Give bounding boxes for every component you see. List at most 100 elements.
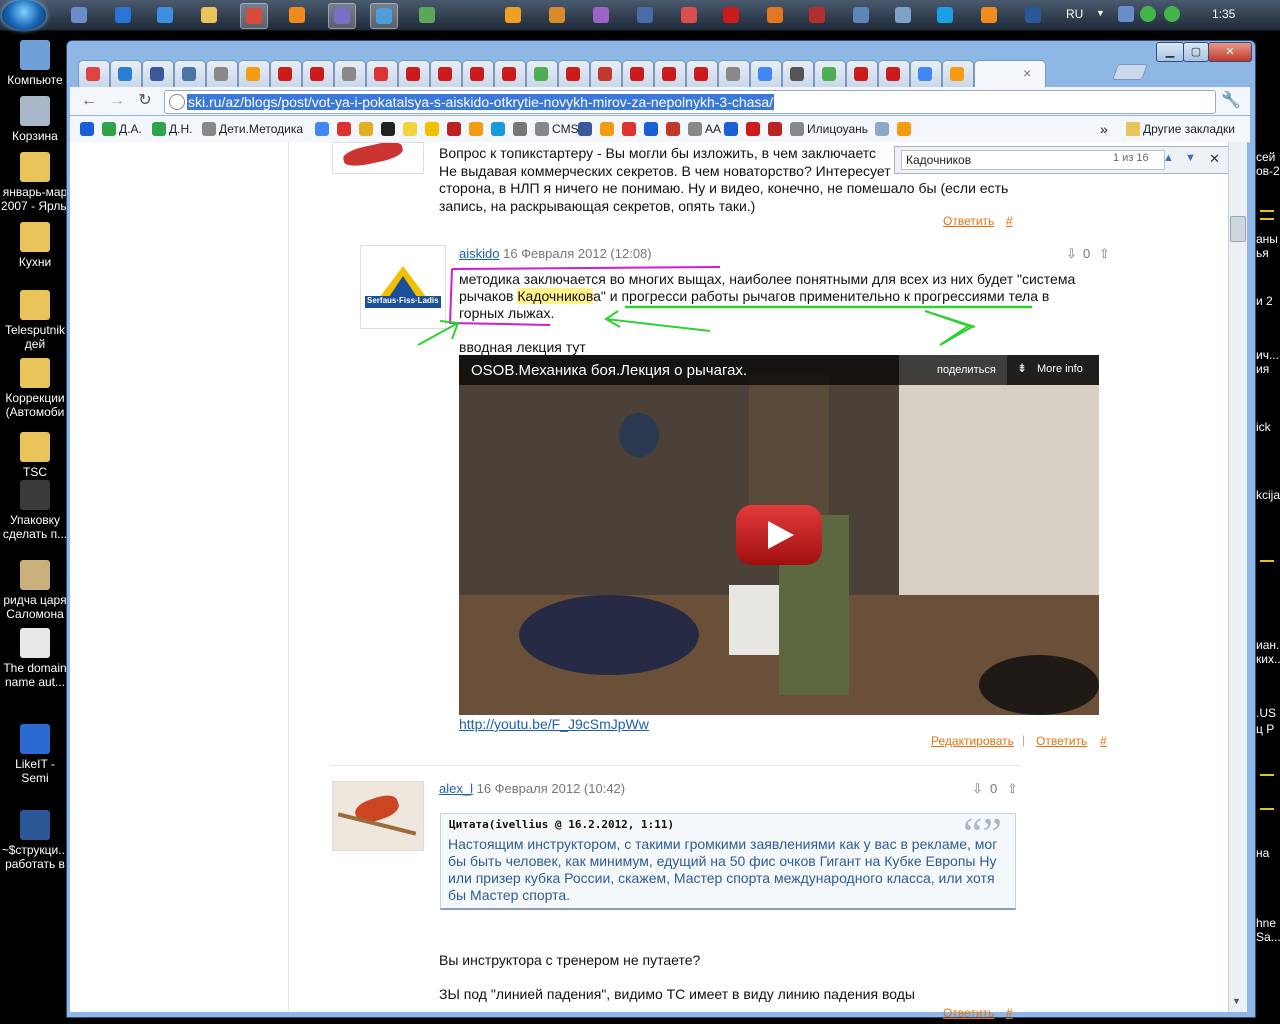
bookmark-item[interactable] [644,120,661,138]
bookmark-item[interactable]: CMS [535,120,579,138]
play-tab[interactable] [526,60,558,87]
permalink-link[interactable]: # [1006,214,1013,228]
new-tab-button[interactable] [1112,64,1148,80]
clock[interactable]: 1:35 [1212,7,1235,21]
bookmark-item[interactable] [666,120,683,138]
find-close-button[interactable]: ✕ [1209,151,1220,167]
app-tab[interactable] [942,60,974,87]
youtube-tab[interactable] [398,60,430,87]
monitor-taskbar-button[interactable] [848,3,874,27]
desktop-icon[interactable]: LikeIT - Semi [0,724,70,785]
youtube-tab[interactable] [878,60,910,87]
vote-up-icon[interactable]: ⇧ [1007,781,1018,797]
permalink-link[interactable]: # [1006,1006,1013,1020]
bookmark-item[interactable] [491,120,508,138]
media-player-taskbar-button[interactable] [500,3,526,27]
bookmark-item[interactable] [600,120,617,138]
desktop-icon[interactable]: Компьюте [0,40,70,87]
back-icon[interactable]: ← [78,91,100,111]
desktop-icon[interactable]: Кухни [0,222,70,269]
bookmark-item[interactable]: Илицоуань [790,120,868,138]
desktop-icon[interactable]: ~$струкци... работать в [0,810,70,871]
tray-icon[interactable] [1140,6,1156,22]
find-next-button[interactable]: ▼ [1185,152,1196,164]
bookmark-item[interactable]: Д.Н. [152,120,192,138]
bookmark-item[interactable] [875,120,892,138]
language-indicator[interactable]: RU [1066,7,1083,21]
opera-taskbar-button[interactable] [718,3,744,27]
firefox-taskbar-button[interactable] [762,3,788,27]
vk-tab[interactable] [174,60,206,87]
app-taskbar-button[interactable] [588,3,614,27]
video-share-button[interactable]: поделиться [937,364,996,376]
bookmark-item[interactable] [622,120,639,138]
facebook-tab[interactable] [142,60,174,87]
scroll-down-icon[interactable]: ▼ [1232,996,1241,1006]
bookmark-item[interactable]: Д.А. [102,120,142,138]
bookmark-item[interactable] [403,120,420,138]
youtube-tab[interactable] [686,60,718,87]
calculator-taskbar-button[interactable] [66,3,92,27]
app-taskbar-button[interactable] [976,3,1002,27]
it-tab[interactable] [110,60,142,87]
youtube-tab[interactable] [270,60,302,87]
find-prev-button[interactable]: ▲ [1163,152,1174,164]
desktop-icon[interactable]: Упаковку сделать п... [0,480,70,541]
wrench-icon[interactable]: 🔧 [1220,91,1242,111]
youtube-tab[interactable] [558,60,590,87]
url-text[interactable]: ski.ru/az/blogs/post/vot-ya-i-pokatalsya… [187,94,775,110]
gmail-tab[interactable] [78,60,110,87]
active-tab[interactable]: × [974,60,1046,87]
app-taskbar-button[interactable] [544,3,570,27]
youtube-tab[interactable] [462,60,494,87]
word-taskbar-button[interactable] [1020,3,1046,27]
teamviewer-taskbar-button[interactable] [110,3,136,27]
notepad-taskbar-button[interactable] [890,3,916,27]
author-link[interactable]: alex_l [439,781,473,796]
bookmark-item[interactable]: Дети.Методика [202,120,303,138]
desktop-icon[interactable]: The domain name aut... [0,628,70,689]
start-button[interactable] [2,0,46,30]
explorer-folder-taskbar-button[interactable] [196,3,222,27]
bookmark-item[interactable]: AA [688,120,721,138]
reply-link[interactable]: Ответить [1036,734,1087,748]
desktop-icon[interactable]: Корзина [0,96,70,143]
youtube-tab[interactable] [302,60,334,87]
chrome-taskbar-button[interactable] [240,3,268,29]
bookmark-item[interactable] [724,120,741,138]
bookmark-item[interactable] [337,120,354,138]
skype-taskbar-button[interactable] [932,3,958,27]
chevron-down-icon[interactable]: ▼ [1096,8,1105,18]
play-button[interactable] [736,505,822,565]
app-taskbar-button[interactable] [328,3,356,29]
filezilla-taskbar-button[interactable] [804,3,830,27]
bookmark-item[interactable] [897,120,914,138]
app-tab[interactable] [238,60,270,87]
bookmark-item[interactable] [381,120,398,138]
vertical-scrollbar[interactable] [1228,142,1247,1012]
video-more-info-button[interactable]: ⇟ More info [1007,355,1099,385]
tray-icon[interactable] [1118,6,1134,22]
youtube-tab[interactable] [846,60,878,87]
youtube-tab[interactable] [654,60,686,87]
bookmark-item[interactable] [359,120,376,138]
bookmark-item[interactable] [469,120,486,138]
other-bookmarks-button[interactable]: Другие закладки [1126,120,1235,138]
ie-taskbar-button[interactable] [152,3,178,27]
tray-icon[interactable] [1164,6,1180,22]
forward-icon[interactable]: → [106,91,128,111]
close-tab-icon[interactable]: × [1023,65,1031,81]
google-tab[interactable] [910,60,942,87]
youtube-tab[interactable] [430,60,462,87]
bookmark-item[interactable] [425,120,442,138]
vlc-taskbar-button[interactable] [284,3,310,27]
bookmark-item[interactable] [447,120,464,138]
desktop-icon[interactable]: TSC [0,432,70,479]
youtube-tab[interactable] [494,60,526,87]
close-window-button[interactable]: ✕ [1208,42,1252,62]
scrollbar-thumb[interactable] [1230,216,1246,242]
video-link[interactable]: http://youtu.be/F_J9cSmJpWw [459,716,649,732]
globe-tab[interactable] [206,60,238,87]
youtube-tab[interactable] [622,60,654,87]
bookmark-item[interactable] [513,120,530,138]
